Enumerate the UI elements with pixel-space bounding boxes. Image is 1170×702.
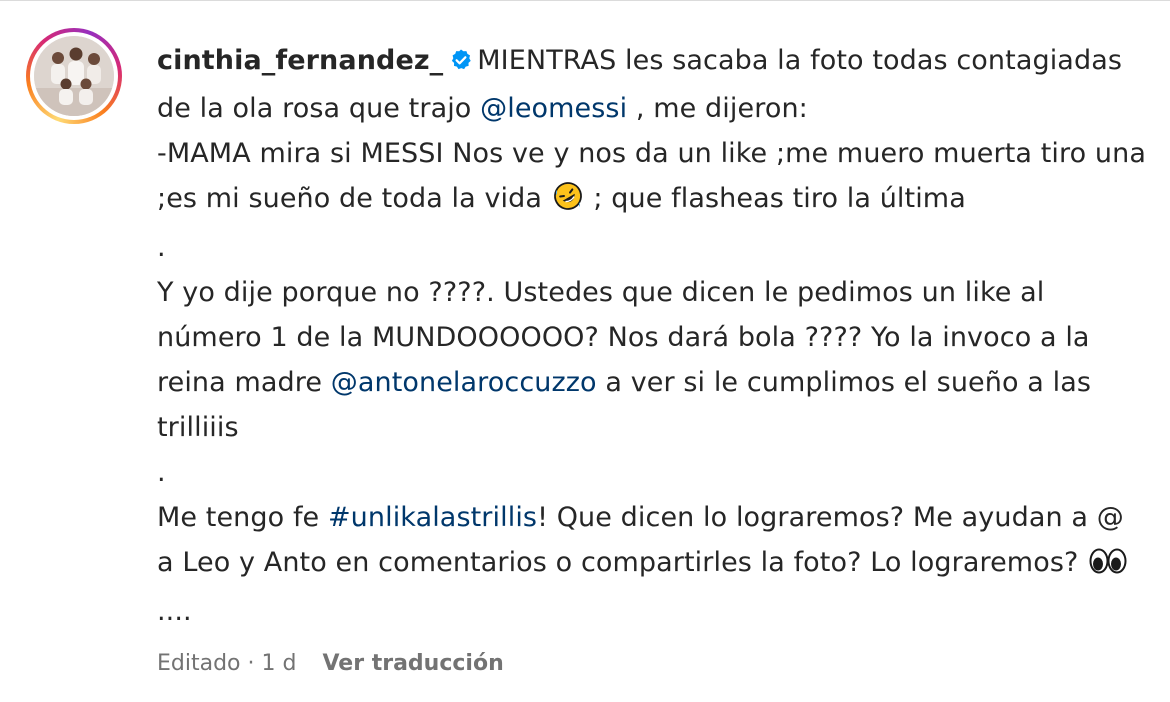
mention-antonelaroccuzzo[interactable]: @antonelaroccuzzo — [331, 367, 597, 398]
eyes-icon — [1089, 544, 1127, 589]
post-meta: Editado · 1 d Ver traducción — [157, 651, 504, 676]
edited-label: Editado — [157, 651, 241, 676]
caption-paragraph-1: cinthia_fernandez_ MIENTRAS les sacaba la… — [157, 38, 1147, 225]
hashtag-link[interactable]: #unlikalastrillis — [328, 502, 537, 533]
post-caption: cinthia_fernandez_ MIENTRAS les sacaba la… — [157, 38, 1147, 634]
username-link[interactable]: cinthia_fernandez_ — [157, 45, 443, 76]
see-translation-button[interactable]: Ver traducción — [322, 651, 503, 676]
caption-separator-2: . — [157, 457, 166, 488]
avatar-story-ring[interactable] — [26, 28, 122, 124]
caption-separator-1: . — [157, 232, 166, 263]
caption-paragraph-2: Y yo dije porque no ????. Ustedes que di… — [157, 277, 1092, 443]
caption-paragraph-3: Me tengo fe #unlikalastrillis! Que dicen… — [157, 495, 1147, 634]
rolling-on-floor-laughing-icon — [553, 180, 583, 225]
top-divider — [0, 0, 1170, 1]
timestamp[interactable]: 1 d — [262, 651, 297, 676]
meta-separator: · — [240, 651, 262, 676]
mention-leomessi[interactable]: @leomessi — [480, 93, 627, 124]
avatar — [34, 36, 114, 116]
verified-badge-icon — [449, 41, 473, 86]
